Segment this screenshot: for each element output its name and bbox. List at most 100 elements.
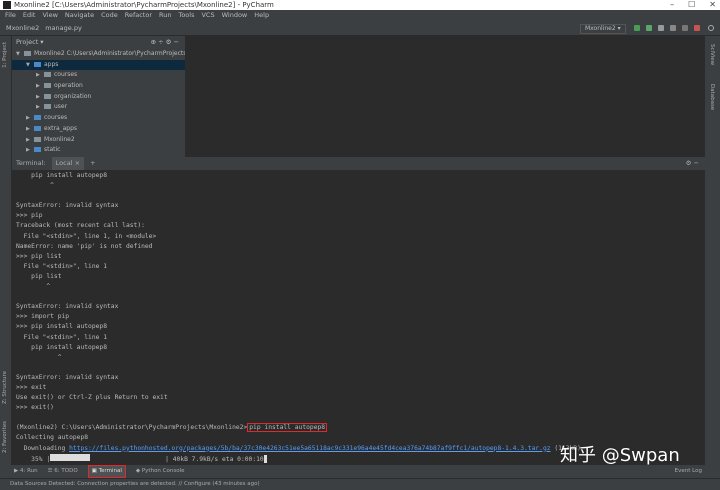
tree-item-label: Mxonline2 C:\Users\Administrator\Pycharm… [34, 50, 185, 57]
terminal-prompt-line: (Mxonline2) C:\Users\Administrator\Pycha… [16, 423, 705, 433]
collapsed-arrow-icon[interactable]: ▶ [26, 135, 34, 146]
tree-item[interactable]: ▶ organization [12, 92, 185, 103]
terminal-header: Terminal: Local × + ⚙ − [12, 157, 705, 170]
terminal-line: File "<stdin>", line 1, in <module> [16, 232, 157, 240]
project-tool-button[interactable]: 1: Project [2, 42, 8, 68]
terminal-line: >>> pip [16, 212, 43, 220]
project-panel: Project ▾ ⊕ ÷ ⚙ − ▼ Mxonline2 C:\Users\Ad… [12, 36, 185, 157]
expanded-arrow-icon[interactable]: ▼ [16, 49, 24, 60]
terminal-line: >>> exit [16, 383, 47, 391]
progress-bar-fill [50, 454, 91, 462]
folder-icon [34, 125, 41, 131]
pycharm-logo-icon [3, 1, 11, 9]
project-view-select[interactable]: Project ▾ [16, 36, 44, 49]
window-title: Mxonline2 [C:\Users\Administrator\Pychar… [14, 1, 274, 9]
menu-navigate[interactable]: Navigate [65, 10, 94, 21]
folder-icon [44, 93, 51, 99]
collapsed-arrow-icon[interactable]: ▶ [36, 92, 44, 103]
collapsed-arrow-icon[interactable]: ▶ [26, 145, 34, 156]
menu-tools[interactable]: Tools [178, 10, 194, 21]
search-icon[interactable] [708, 25, 714, 31]
menu-help[interactable]: Help [254, 10, 269, 21]
tree-item[interactable]: ▶ extra_apps [12, 124, 185, 135]
tree-item[interactable]: ▶ Mxonline2 [12, 135, 185, 146]
menu-file[interactable]: File [5, 10, 16, 21]
tool-tab-pythonconsole[interactable]: ◆ Python Console [136, 465, 185, 478]
collapsed-arrow-icon[interactable]: ▶ [26, 113, 34, 124]
breadcrumb-file[interactable]: manage.py [45, 21, 82, 35]
terminal-line: ^ [16, 182, 54, 190]
menu-run[interactable]: Run [159, 10, 171, 21]
folder-icon [44, 104, 51, 110]
run-configuration-select[interactable]: Mxonline2 ▾ [580, 24, 626, 34]
profile-icon[interactable] [670, 25, 676, 31]
terminal-output[interactable]: pip install autopep8 ^ SyntaxError: inval… [12, 170, 705, 465]
tree-item-label: user [54, 103, 68, 111]
tree-item[interactable]: ▼ apps [12, 59, 185, 71]
breadcrumb-project[interactable]: Mxonline2 [6, 21, 39, 35]
close-button[interactable]: ✕ [709, 0, 716, 10]
project-panel-actions[interactable]: ⊕ ÷ ⚙ − [151, 36, 179, 49]
build-icon[interactable] [634, 25, 640, 31]
collapsed-arrow-icon[interactable]: ▶ [36, 70, 44, 81]
terminal-settings[interactable]: ⚙ − [686, 157, 699, 170]
sciview-tool-button[interactable]: SciView [709, 44, 715, 65]
stop-icon[interactable] [694, 25, 700, 31]
tree-item[interactable]: ▶ user [12, 102, 185, 113]
tree-item[interactable]: ▶ courses [12, 113, 185, 124]
tree-item[interactable]: ▼ Mxonline2 C:\Users\Administrator\Pychar… [12, 49, 185, 60]
collapsed-arrow-icon[interactable]: ▶ [36, 81, 44, 92]
terminal-line: File "<stdin>", line 1 [16, 333, 107, 341]
folder-icon [24, 51, 31, 56]
tree-item[interactable]: ▶ courses [12, 70, 185, 81]
structure-tool-button[interactable]: Z: Structure [2, 371, 8, 404]
new-session-button[interactable]: + [90, 157, 95, 170]
collapsed-arrow-icon[interactable]: ▶ [26, 124, 34, 135]
watermark: 知乎 @Swpan [560, 445, 680, 466]
progress-bar [50, 454, 165, 464]
left-tool-stripe: 1: Project Z: Structure 2: Favorites [0, 36, 12, 465]
menu-vcs[interactable]: VCS [201, 10, 214, 21]
folder-icon [44, 72, 51, 78]
terminal-line: SyntaxError: invalid syntax [16, 202, 119, 210]
menu-view[interactable]: View [42, 10, 57, 21]
maximize-button[interactable]: ☐ [688, 0, 695, 10]
menu-bar: File Edit View Navigate Code Refactor Run Tools… [0, 10, 720, 21]
menu-window[interactable]: Window [222, 10, 248, 21]
tool-tab-run[interactable]: ▶ 4: Run [14, 465, 38, 478]
terminal-line: pip install autopep8 [16, 172, 107, 179]
tree-item-label: apps [44, 60, 59, 68]
coverage-icon[interactable] [658, 25, 664, 31]
menu-edit[interactable]: Edit [23, 10, 36, 21]
menu-refactor[interactable]: Refactor [125, 10, 152, 21]
editor-area[interactable] [185, 36, 705, 157]
menu-code[interactable]: Code [101, 10, 118, 21]
package-url-link[interactable]: https://files.pythonhosted.org/packages/… [69, 445, 550, 452]
terminal-line: ^ [16, 283, 51, 291]
debug-icon[interactable] [646, 25, 652, 31]
minimize-button[interactable]: – [670, 0, 674, 10]
tab-local[interactable]: Local × [51, 157, 85, 170]
shell-prompt: (Mxonline2) C:\Users\Administrator\Pycha… [16, 424, 248, 432]
close-tab-icon[interactable]: × [75, 159, 80, 167]
collapsed-arrow-icon[interactable]: ▶ [36, 102, 44, 113]
expanded-arrow-icon[interactable]: ▼ [26, 60, 34, 71]
tool-tab-terminal[interactable]: ▣ Terminal [87, 465, 126, 478]
tool-tab-todo[interactable]: ☰ 6: TODO [48, 465, 78, 478]
tree-item-label: extra_apps [44, 124, 78, 132]
favorites-tool-button[interactable]: 2: Favorites [2, 421, 8, 453]
terminal-line: Use exit() or Ctrl-Z plus Return to exit [16, 394, 168, 402]
tree-item[interactable]: ▶ operation [12, 81, 185, 92]
tree-item[interactable]: ▶ static [12, 145, 185, 156]
concurrency-icon[interactable] [682, 25, 688, 31]
text-cursor [263, 454, 267, 463]
status-bar: Data Sources Detected: Connection proper… [0, 478, 720, 490]
database-tool-button[interactable]: Database [709, 84, 715, 110]
terminal-line: File "<stdin>", line 1 [16, 262, 107, 270]
project-tree: ▼ Mxonline2 C:\Users\Administrator\Pychar… [12, 49, 185, 156]
downloading-label: Downloading [16, 444, 70, 452]
terminal-line: >>> pip list [16, 252, 62, 260]
tree-item-label: organization [54, 92, 92, 100]
folder-icon [34, 61, 41, 67]
